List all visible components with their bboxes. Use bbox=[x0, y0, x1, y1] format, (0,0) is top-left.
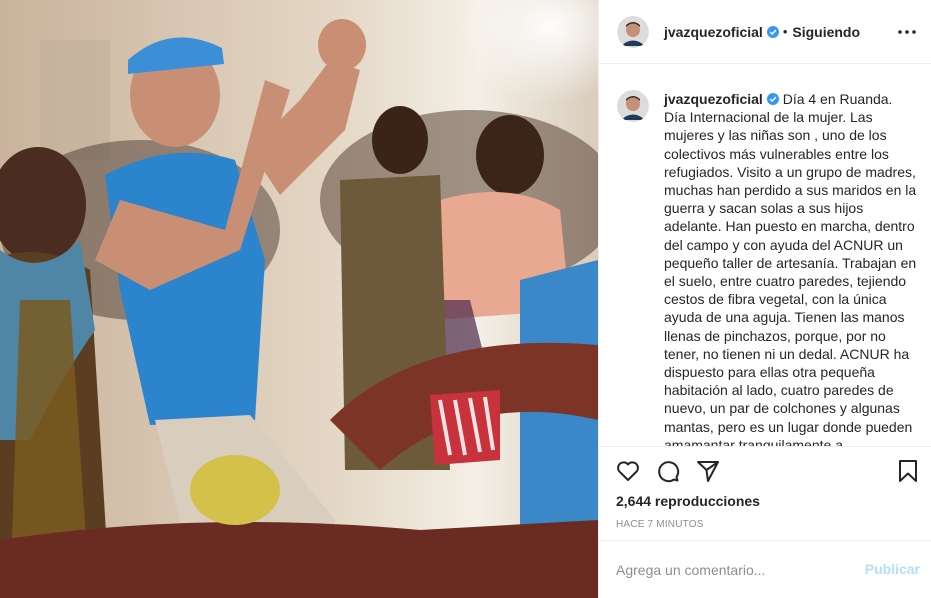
video-frame-image bbox=[0, 0, 598, 598]
separator-dot: • bbox=[782, 24, 788, 39]
post-side-panel: jvazquezoficial • Siguiendo jvazquezofic… bbox=[598, 0, 931, 598]
post-caption: jvazquezoficial Día 4 en Ruanda. Día Int… bbox=[664, 90, 918, 446]
caption-username[interactable]: jvazquezoficial bbox=[664, 91, 763, 107]
caption-section: jvazquezoficial Día 4 en Ruanda. Día Int… bbox=[599, 65, 931, 446]
comment-form: Publicar bbox=[599, 540, 931, 598]
post-video[interactable] bbox=[0, 0, 598, 598]
following-button[interactable]: Siguiendo bbox=[792, 24, 860, 40]
publish-button[interactable]: Publicar bbox=[865, 561, 920, 577]
author-username[interactable]: jvazquezoficial bbox=[664, 24, 763, 40]
caption-body: Día 4 en Ruanda. Día Internacional de la… bbox=[664, 91, 917, 446]
more-options-icon[interactable] bbox=[896, 21, 918, 43]
comment-icon[interactable] bbox=[655, 458, 681, 484]
verified-badge-icon bbox=[766, 93, 779, 105]
post-actions: 2,644 reproducciones HACE 7 MINUTOS bbox=[599, 446, 931, 540]
comment-input[interactable] bbox=[616, 541, 846, 598]
verified-badge-icon bbox=[766, 25, 779, 38]
post-timestamp[interactable]: HACE 7 MINUTOS bbox=[616, 519, 704, 530]
post-header: jvazquezoficial • Siguiendo bbox=[599, 0, 931, 64]
caption-author-avatar[interactable] bbox=[617, 90, 649, 122]
heart-icon[interactable] bbox=[615, 458, 641, 484]
view-count[interactable]: 2,644 reproducciones bbox=[616, 493, 760, 509]
share-icon[interactable] bbox=[695, 458, 721, 484]
author-avatar[interactable] bbox=[617, 15, 649, 48]
bookmark-icon[interactable] bbox=[895, 458, 921, 484]
